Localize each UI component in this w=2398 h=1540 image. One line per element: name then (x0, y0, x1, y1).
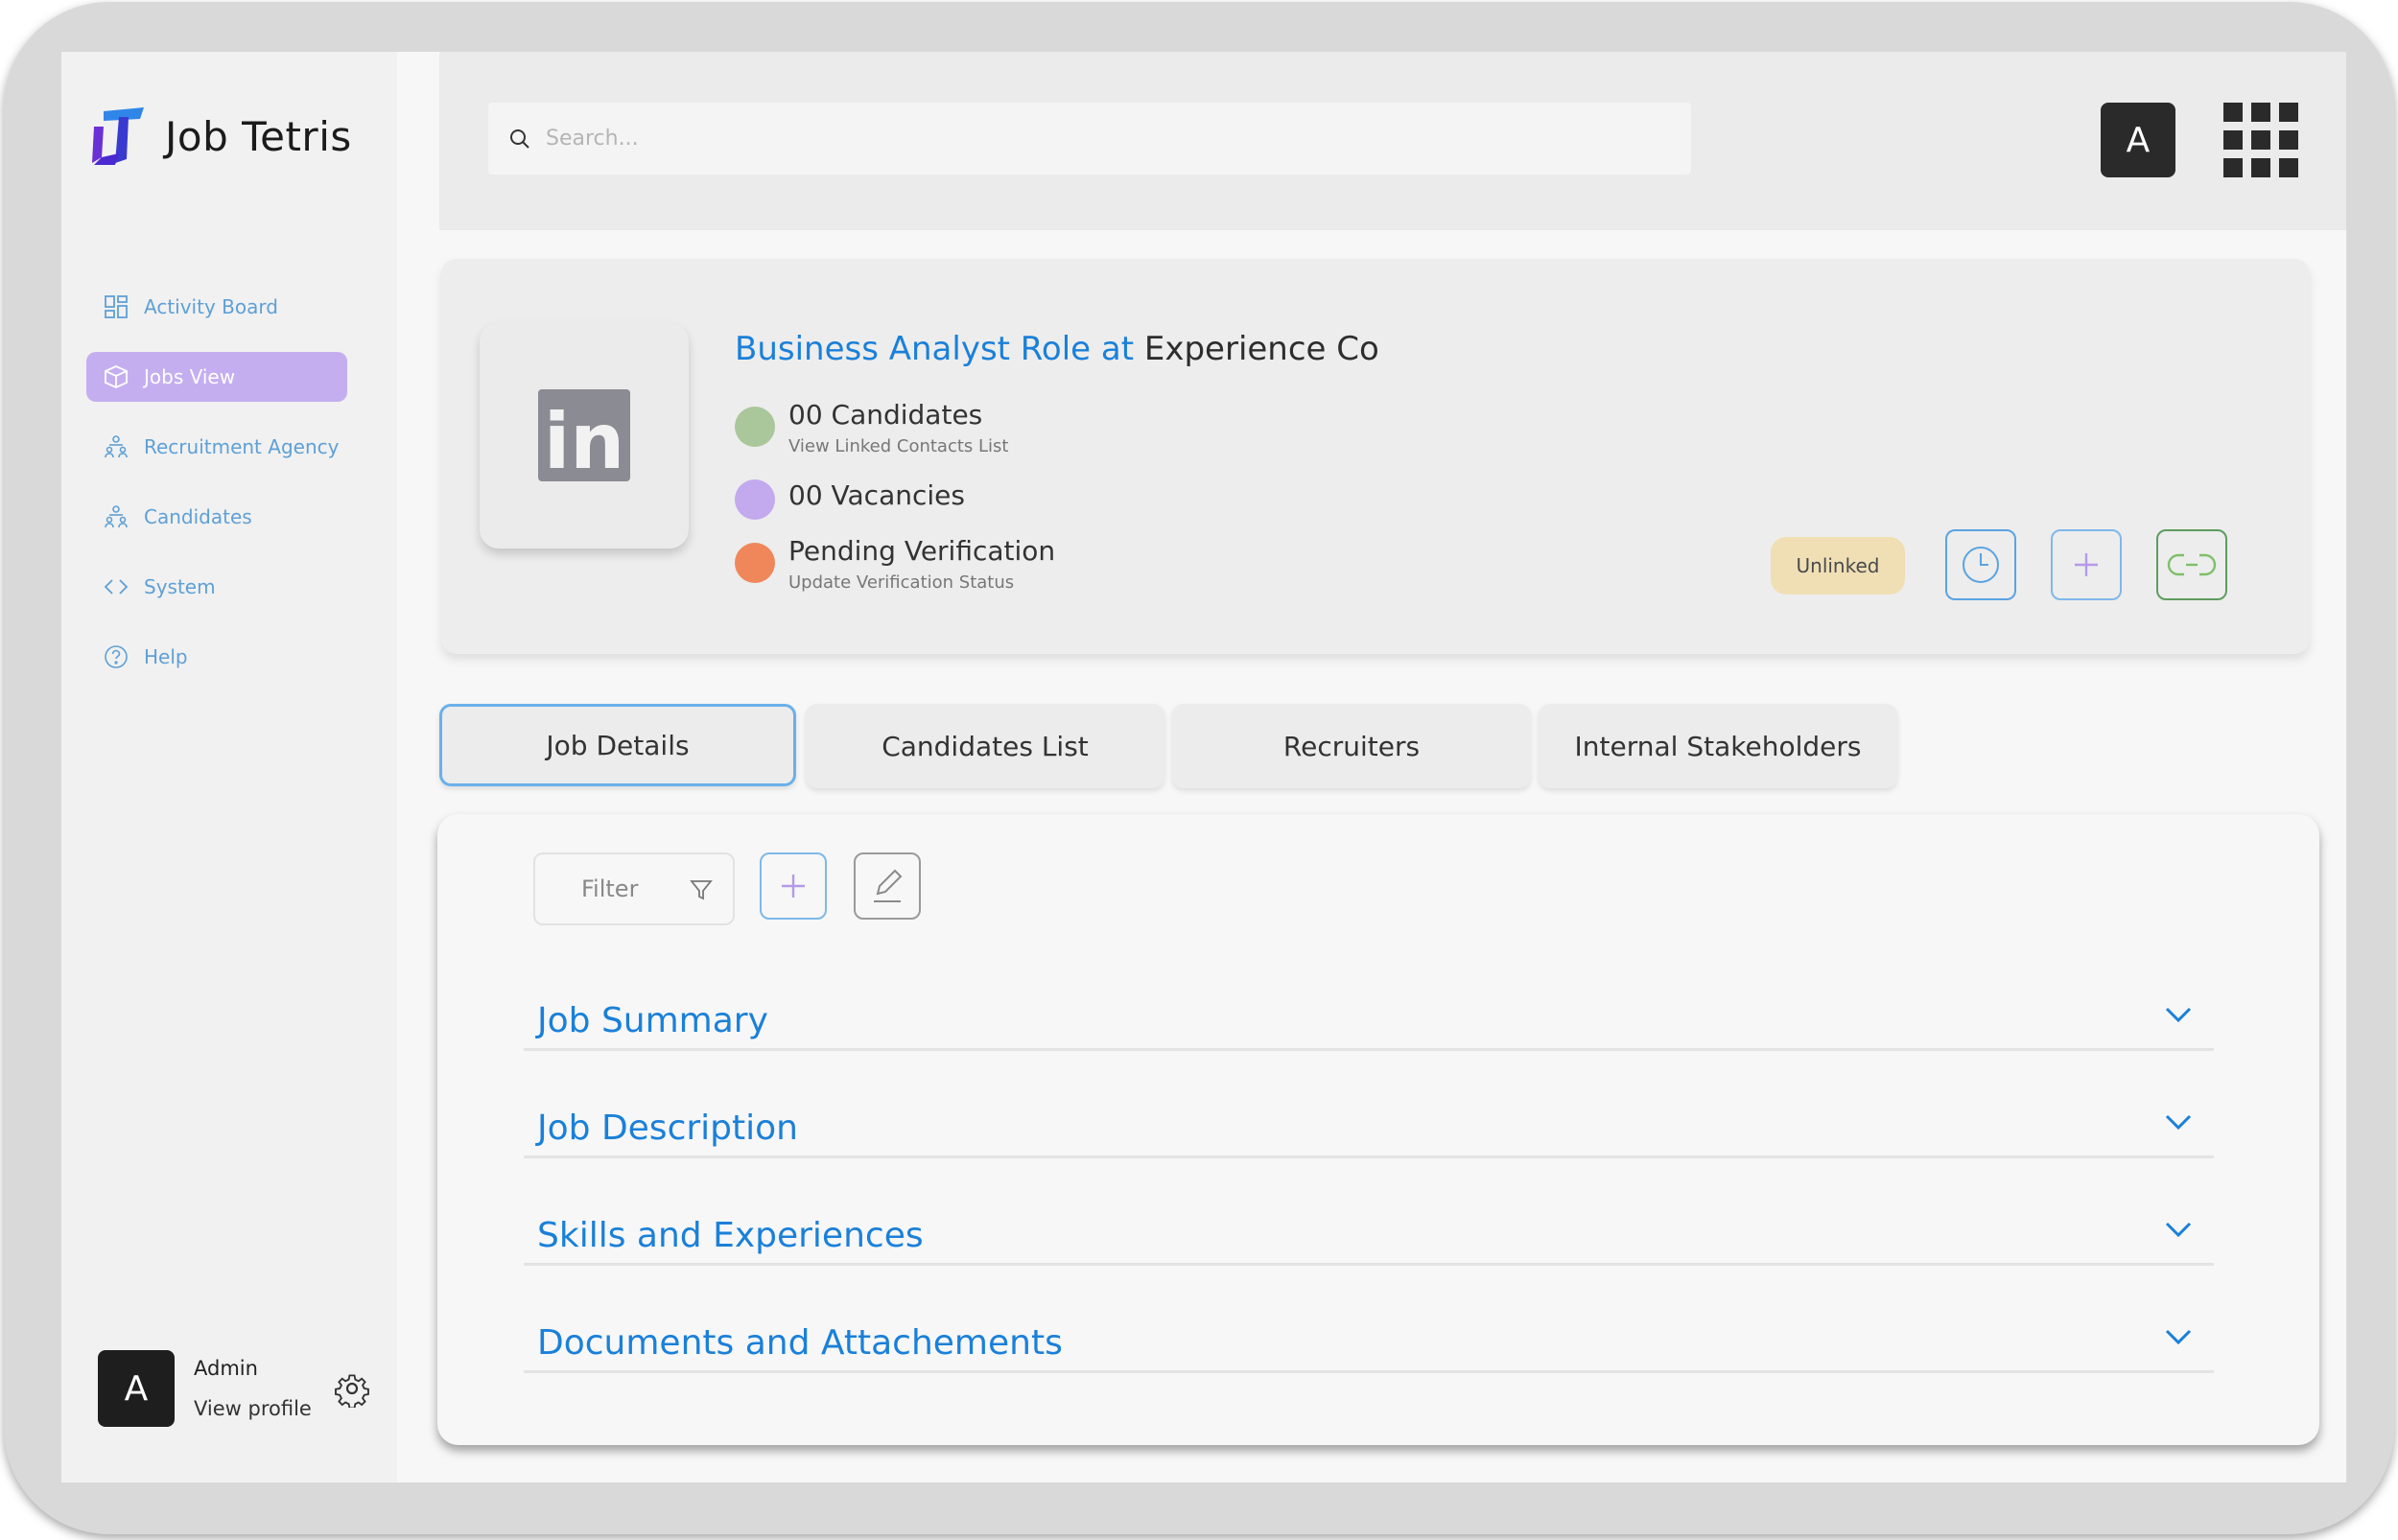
tab-job-details[interactable]: Job Details (439, 704, 796, 786)
chevron-down-icon (2165, 1114, 2192, 1131)
apps-grid-icon[interactable] (2223, 103, 2298, 177)
search-icon (510, 128, 529, 149)
search-input[interactable] (544, 126, 1680, 152)
filter-icon (690, 880, 713, 900)
sidebar-user-profile: A Admin View profile (98, 1350, 371, 1427)
sidebar-item-jobs-view[interactable]: Jobs View (86, 352, 347, 402)
section-title: Skills and Experiences (537, 1216, 924, 1255)
status-dot (735, 479, 775, 520)
view-linked-contacts-link[interactable]: View Linked Contacts List (788, 436, 1008, 456)
status-dot (735, 407, 775, 447)
users-hierarchy-icon (105, 435, 128, 458)
help-circle-icon (105, 645, 128, 668)
cube-icon (105, 365, 128, 388)
link-icon (2167, 553, 2217, 576)
sidebar-item-candidates[interactable]: Candidates (86, 492, 347, 542)
linkedin-logo-text: in (544, 397, 624, 481)
stat-main: 00 Candidates (788, 399, 983, 431)
linkedin-icon: in (538, 389, 630, 481)
users-hierarchy-icon (105, 505, 128, 528)
tab-internal-stakeholders[interactable]: Internal Stakeholders (1539, 704, 1897, 788)
grid-layout-icon (105, 295, 128, 318)
edit-button[interactable] (854, 852, 921, 920)
company-logo-tile: in (480, 322, 689, 548)
clock-icon (1963, 547, 1999, 583)
avatar[interactable]: A (98, 1350, 175, 1427)
app-title: Job Tetris (165, 112, 352, 160)
update-verification-link[interactable]: Update Verification Status (788, 572, 1055, 593)
add-button[interactable] (2051, 529, 2122, 600)
sidebar-item-label: System (144, 575, 216, 598)
stat-main: 00 Vacancies (788, 479, 965, 511)
user-name: Admin (194, 1357, 258, 1380)
tab-recruiters[interactable]: Recruiters (1172, 704, 1531, 788)
sidebar-item-activity-board[interactable]: Activity Board (86, 282, 347, 332)
sidebar-item-label: Activity Board (144, 295, 278, 318)
status-dot (735, 543, 775, 583)
section-title: Documents and Attachements (537, 1323, 1063, 1363)
section-job-description[interactable]: Job Description (524, 1075, 2214, 1158)
filter-label: Filter (581, 875, 639, 902)
sidebar-item-label: Jobs View (144, 365, 236, 388)
sidebar-nav: Activity Board Jobs View Recruitment Age… (86, 282, 347, 702)
link-button[interactable] (2156, 529, 2227, 600)
history-button[interactable] (1945, 529, 2016, 600)
sidebar: Job Tetris Activity Board Jobs View Recr… (61, 52, 397, 1482)
company-name: Experience Co (1143, 330, 1379, 368)
stat-candidates: 00 Candidates View Linked Contacts List (735, 399, 1008, 456)
job-title: Business Analyst Role at Experience Co (735, 330, 1379, 368)
pencil-icon (874, 869, 903, 902)
device-frame: Job Tetris Activity Board Jobs View Recr… (4, 2, 2394, 1534)
stat-verification: Pending Verification Update Verification… (735, 535, 1055, 593)
chevron-down-icon (2165, 1222, 2192, 1238)
sidebar-item-help[interactable]: Help (86, 632, 347, 682)
status-badge: Unlinked (1771, 537, 1905, 595)
job-tetris-logo-icon (92, 107, 144, 165)
view-profile-link[interactable]: View profile (194, 1397, 312, 1420)
section-title: Job Description (537, 1108, 798, 1148)
job-role-title: Business Analyst Role at (735, 330, 1135, 368)
plus-icon (782, 875, 805, 898)
section-skills-experiences[interactable]: Skills and Experiences (524, 1182, 2214, 1266)
sidebar-item-recruitment-agency[interactable]: Recruitment Agency (86, 422, 347, 472)
sidebar-item-label: Candidates (144, 505, 252, 528)
section-title: Job Summary (537, 1001, 768, 1040)
section-job-summary[interactable]: Job Summary (524, 968, 2214, 1051)
sidebar-item-label: Recruitment Agency (144, 435, 340, 458)
sidebar-item-system[interactable]: System (86, 562, 347, 612)
app-screen: Job Tetris Activity Board Jobs View Recr… (61, 52, 2346, 1482)
gear-icon[interactable] (333, 1369, 371, 1408)
stat-main: Pending Verification (788, 535, 1056, 567)
tab-candidates-list[interactable]: Candidates List (806, 704, 1164, 788)
code-icon (104, 579, 129, 595)
chevron-down-icon (2165, 1007, 2192, 1023)
header-avatar[interactable]: A (2101, 103, 2175, 177)
plus-icon (2075, 553, 2098, 576)
job-details-panel: Filter Job Summary Job Description Skill… (437, 814, 2319, 1445)
filter-button[interactable]: Filter (533, 852, 735, 925)
stat-vacancies: 00 Vacancies (735, 479, 965, 520)
section-documents-attachments[interactable]: Documents and Attachements (524, 1290, 2214, 1373)
job-summary-card: in Business Analyst Role at Experience C… (441, 259, 2310, 654)
sidebar-item-label: Help (144, 645, 188, 668)
add-section-button[interactable] (760, 852, 827, 920)
search-bar[interactable] (488, 103, 1691, 175)
chevron-down-icon (2165, 1329, 2192, 1345)
app-logo[interactable]: Job Tetris (90, 105, 352, 167)
top-header: A (439, 52, 2346, 230)
